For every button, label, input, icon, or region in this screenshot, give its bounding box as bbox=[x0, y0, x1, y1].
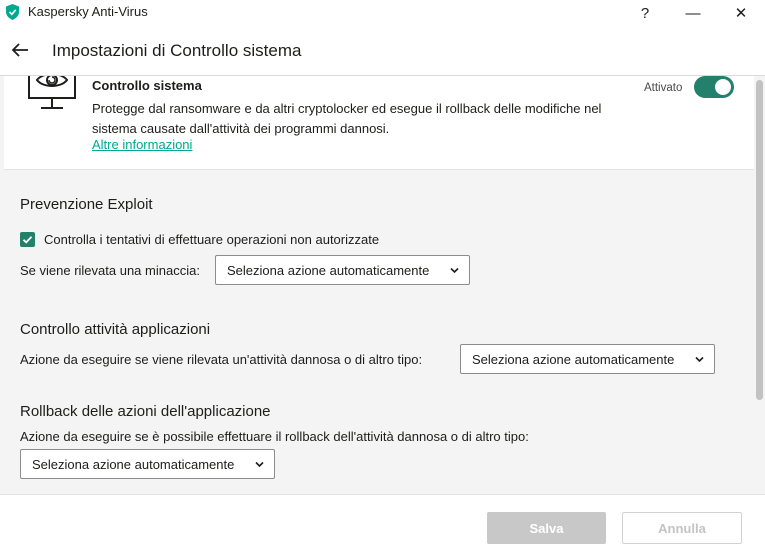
back-arrow-icon[interactable] bbox=[10, 40, 30, 60]
close-button[interactable]: ✕ bbox=[718, 0, 764, 26]
rollback-action-label: Azione da eseguire se è possibile effett… bbox=[20, 429, 529, 444]
toggle-knob bbox=[715, 79, 731, 95]
chevron-down-icon bbox=[255, 461, 264, 468]
help-button[interactable]: ? bbox=[622, 0, 668, 26]
settings-content[interactable]: Controllo sistema Protegge dal ransomwar… bbox=[0, 76, 755, 494]
footer-bar: Salva Annulla bbox=[0, 494, 765, 556]
feature-toggle[interactable] bbox=[694, 76, 734, 98]
exploit-section-title: Prevenzione Exploit bbox=[20, 196, 153, 213]
rollback-action-select[interactable]: Seleziona azione automaticamente bbox=[20, 449, 275, 479]
save-button[interactable]: Salva bbox=[487, 512, 606, 544]
toggle-status-label: Attivato bbox=[644, 82, 683, 94]
rollback-section-title: Rollback delle azioni dell'applicazione bbox=[20, 403, 271, 420]
page-header: Impostazioni di Controllo sistema bbox=[0, 26, 765, 76]
rollback-action-value: Seleziona azione automaticamente bbox=[32, 456, 235, 472]
cancel-button[interactable]: Annulla bbox=[622, 512, 742, 544]
card-description: Protegge dal ransomware e da altri crypt… bbox=[92, 101, 602, 136]
kaspersky-shield-icon bbox=[6, 4, 19, 20]
threat-label: Se viene rilevata una minaccia: bbox=[20, 263, 200, 278]
scrollbar-thumb[interactable] bbox=[756, 80, 763, 400]
app-control-action-label: Azione da eseguire se viene rilevata un'… bbox=[20, 352, 423, 367]
app-control-section-title: Controllo attività applicazioni bbox=[20, 321, 211, 338]
title-bar: Kaspersky Anti-Virus ? — ✕ bbox=[0, 0, 765, 26]
app-control-action-select[interactable]: Seleziona azione automaticamente bbox=[460, 344, 715, 374]
app-control-action-value: Seleziona azione automaticamente bbox=[472, 351, 675, 367]
exploit-checkbox[interactable] bbox=[20, 232, 35, 247]
chevron-down-icon bbox=[450, 267, 459, 274]
chevron-down-icon bbox=[695, 356, 704, 363]
threat-action-select[interactable]: Seleziona azione automaticamente bbox=[215, 255, 470, 285]
card-title: Controllo sistema bbox=[92, 78, 202, 93]
window-title: Kaspersky Anti-Virus bbox=[28, 4, 148, 19]
exploit-checkbox-label[interactable]: Controlla i tentativi di effettuare oper… bbox=[44, 232, 379, 247]
feature-card: Controllo sistema Protegge dal ransomwar… bbox=[4, 76, 754, 170]
minimize-button[interactable]: — bbox=[670, 0, 716, 26]
threat-action-value: Seleziona azione automaticamente bbox=[227, 262, 430, 278]
checkmark-icon bbox=[22, 236, 33, 244]
monitor-eye-icon bbox=[28, 76, 76, 109]
page-title: Impostazioni di Controllo sistema bbox=[52, 41, 302, 60]
more-info-link[interactable]: Altre informazioni bbox=[92, 137, 192, 152]
